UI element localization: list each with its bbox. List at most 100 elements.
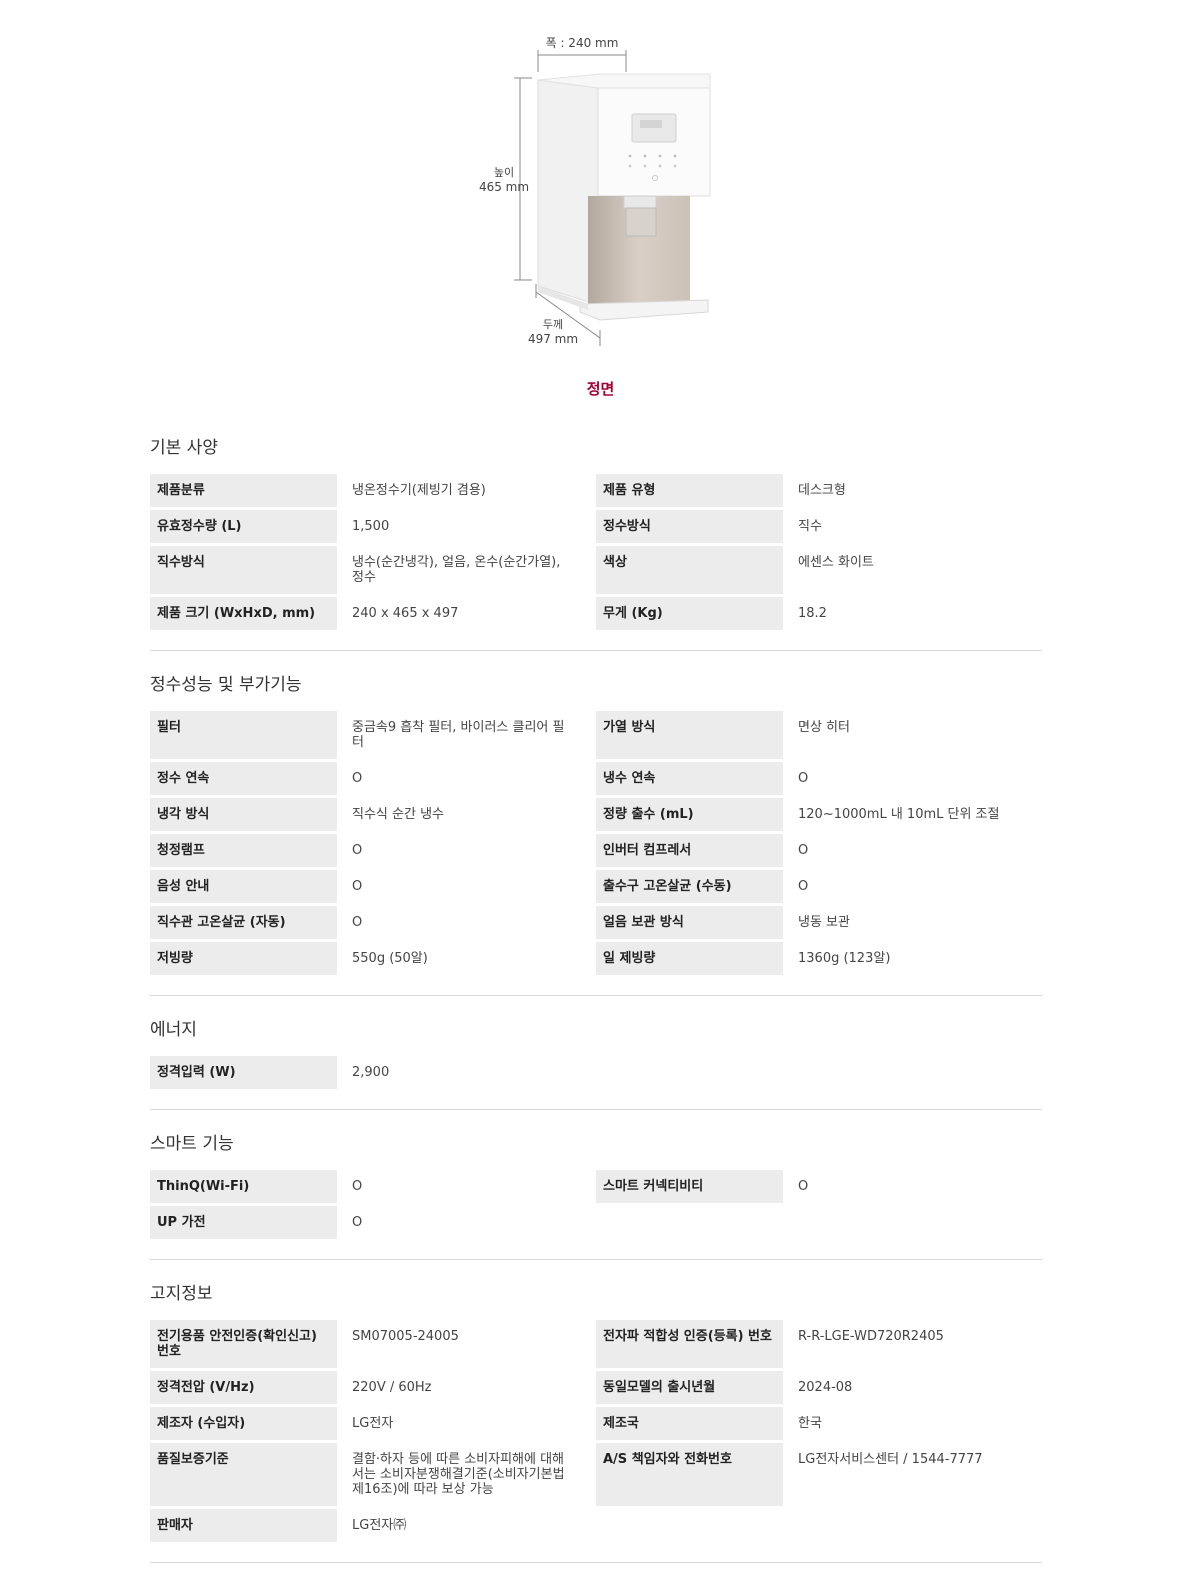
spec-label: 색상 bbox=[596, 546, 783, 594]
spec-table: 제품분류 냉온정수기(제빙기 겸용) 제품 유형 데스크형유효정수량 (L) 1,500… bbox=[150, 474, 1042, 630]
spec-label: 정량 출수 (mL) bbox=[596, 798, 783, 831]
spec-section: 기본 사양제품분류 냉온정수기(제빙기 겸용) 제품 유형 데스크형유효정수량 (L)… bbox=[150, 436, 1042, 651]
spec-table: 정격입력 (W) 2,900 bbox=[150, 1056, 1042, 1089]
spec-value: 220V / 60Hz bbox=[352, 1380, 432, 1395]
spec-value: O bbox=[352, 1215, 363, 1230]
empty-cell bbox=[596, 1509, 783, 1542]
spec-value: 냉동 보관 bbox=[798, 915, 850, 930]
spec-label: 청정램프 bbox=[150, 834, 337, 867]
spec-value: 2,900 bbox=[352, 1065, 390, 1080]
spec-value: 중금속9 흡착 필터, 바이러스 클리어 필터 bbox=[352, 720, 565, 750]
spec-label: 제조국 bbox=[596, 1407, 783, 1440]
spec-label: 유효정수량 (L) bbox=[150, 510, 337, 543]
spec-sections: 기본 사양제품분류 냉온정수기(제빙기 겸용) 제품 유형 데스크형유효정수량 (L)… bbox=[150, 436, 1042, 1585]
spec-value: O bbox=[798, 843, 809, 858]
spec-label: 음성 안내 bbox=[150, 870, 337, 903]
spec-label: 정격전압 (V/Hz) bbox=[150, 1371, 337, 1404]
spec-label: 직수방식 bbox=[150, 546, 337, 594]
spec-value: SM07005-24005 bbox=[352, 1329, 459, 1344]
spec-value: 냉수(순간냉각), 얼음, 온수(순간가열), 정수 bbox=[352, 555, 561, 585]
spec-label: 정수방식 bbox=[596, 510, 783, 543]
spec-label: 일 제빙량 bbox=[596, 942, 783, 975]
spec-value: O bbox=[352, 843, 363, 858]
spec-label: 출수구 고온살균 (수동) bbox=[596, 870, 783, 903]
spec-section: 고지정보전기용품 안전인증(확인신고) 번호 SM07005-24005 전자파 적… bbox=[150, 1282, 1042, 1563]
spec-table: 전기용품 안전인증(확인신고) 번호 SM07005-24005 전자파 적합성 인… bbox=[150, 1320, 1042, 1542]
spec-label: 스마트 커넥티비티 bbox=[596, 1170, 783, 1203]
spec-table: ThinQ(Wi-Fi) O 스마트 커넥티비티 O UP 가전 O bbox=[150, 1170, 1042, 1239]
spec-label: 저빙량 bbox=[150, 942, 337, 975]
spec-value: 550g (50알) bbox=[352, 951, 428, 966]
spec-value: O bbox=[798, 879, 809, 894]
spec-label: 직수관 고온살균 (자동) bbox=[150, 906, 337, 939]
spec-label: 제품 크기 (WxHxD, mm) bbox=[150, 597, 337, 630]
spec-value: LG전자 bbox=[352, 1416, 394, 1431]
spec-value: 1,500 bbox=[352, 519, 390, 534]
spec-label: 무게 (Kg) bbox=[596, 597, 783, 630]
spec-label: 전기용품 안전인증(확인신고) 번호 bbox=[150, 1320, 337, 1368]
spec-value: 결함·하자 등에 따른 소비자피해에 대해서는 소비자분쟁해결기준(소비자기본법… bbox=[352, 1452, 565, 1497]
empty-cell bbox=[783, 1509, 1042, 1542]
spec-label: 얼음 보관 방식 bbox=[596, 906, 783, 939]
spec-value: O bbox=[352, 771, 363, 786]
spec-value: 데스크형 bbox=[798, 483, 846, 498]
spec-value: 120~1000mL 내 10mL 단위 조절 bbox=[798, 807, 1000, 822]
spec-label: UP 가전 bbox=[150, 1206, 337, 1239]
spec-label: 전자파 적합성 인증(등록) 번호 bbox=[596, 1320, 783, 1368]
section-title: 기본 사양 bbox=[150, 438, 218, 458]
width-dimension-label: 폭 : 240 mm bbox=[532, 36, 632, 51]
spec-label: 품질보증기준 bbox=[150, 1443, 337, 1506]
spec-section: 정수성능 및 부가기능필터 중금속9 흡착 필터, 바이러스 클리어 필터 가열 방… bbox=[150, 673, 1042, 996]
view-caption: 정면 bbox=[586, 380, 615, 398]
spec-value: O bbox=[352, 915, 363, 930]
spec-value: R-R-LGE-WD720R2405 bbox=[798, 1329, 944, 1344]
section-title: 스마트 기능 bbox=[150, 1134, 234, 1154]
section-title: 고지정보 bbox=[150, 1284, 213, 1304]
spec-label: 정수 연속 bbox=[150, 762, 337, 795]
spec-value: 240 x 465 x 497 bbox=[352, 606, 459, 621]
width-value: 폭 : 240 mm bbox=[545, 36, 619, 50]
spec-value: 18.2 bbox=[798, 606, 827, 621]
spec-section: 에너지정격입력 (W) 2,900 bbox=[150, 1018, 1042, 1110]
spec-value: 한국 bbox=[798, 1416, 822, 1431]
spec-value: LG전자서비스센터 / 1544-7777 bbox=[798, 1452, 983, 1467]
empty-cell bbox=[596, 1206, 783, 1239]
spec-value: 에센스 화이트 bbox=[798, 555, 874, 570]
spec-label: ThinQ(Wi-Fi) bbox=[150, 1170, 337, 1203]
spec-label: 정격입력 (W) bbox=[150, 1056, 337, 1089]
height-caption: 높이 bbox=[493, 166, 515, 179]
spec-label: 동일모델의 출시년월 bbox=[596, 1371, 783, 1404]
spec-label: 제품분류 bbox=[150, 474, 337, 507]
spec-value: 직수식 순간 냉수 bbox=[352, 807, 444, 822]
section-title: 정수성능 및 부가기능 bbox=[150, 675, 302, 695]
spec-label: 냉수 연속 bbox=[596, 762, 783, 795]
spec-label: 인버터 컴프레서 bbox=[596, 834, 783, 867]
spec-label: 필터 bbox=[150, 711, 337, 759]
empty-cell bbox=[596, 1056, 783, 1089]
depth-value: 497 mm bbox=[527, 332, 579, 346]
height-value: 465 mm bbox=[478, 180, 530, 194]
spec-value: LG전자㈜ bbox=[352, 1518, 407, 1533]
spec-label: A/S 책임자와 전화번호 bbox=[596, 1443, 783, 1506]
empty-cell bbox=[783, 1206, 1042, 1239]
spec-value: O bbox=[798, 771, 809, 786]
spec-value: 면상 히터 bbox=[798, 720, 850, 735]
spec-value: O bbox=[352, 1179, 363, 1194]
section-title: 에너지 bbox=[150, 1020, 197, 1040]
spec-label: 냉각 방식 bbox=[150, 798, 337, 831]
product-figure: 폭 : 240 mm 높이 465 mm 두께 497 mm 정면 bbox=[0, 0, 1201, 400]
spec-value: 직수 bbox=[798, 519, 822, 534]
water-purifier-illustration bbox=[514, 50, 711, 346]
spec-label: 제조자 (수입자) bbox=[150, 1407, 337, 1440]
height-dimension-label: 높이 465 mm bbox=[474, 166, 534, 194]
spec-value: O bbox=[352, 879, 363, 894]
spec-value: 냉온정수기(제빙기 겸용) bbox=[352, 483, 486, 498]
spec-label: 제품 유형 bbox=[596, 474, 783, 507]
spec-value: 1360g (123알) bbox=[798, 951, 891, 966]
spec-value: O bbox=[798, 1179, 809, 1194]
spec-label: 가열 방식 bbox=[596, 711, 783, 759]
empty-cell bbox=[783, 1056, 1042, 1089]
depth-dimension-label: 두께 497 mm bbox=[523, 318, 583, 346]
spec-value: 2024-08 bbox=[798, 1380, 853, 1395]
depth-caption: 두께 bbox=[542, 318, 564, 331]
